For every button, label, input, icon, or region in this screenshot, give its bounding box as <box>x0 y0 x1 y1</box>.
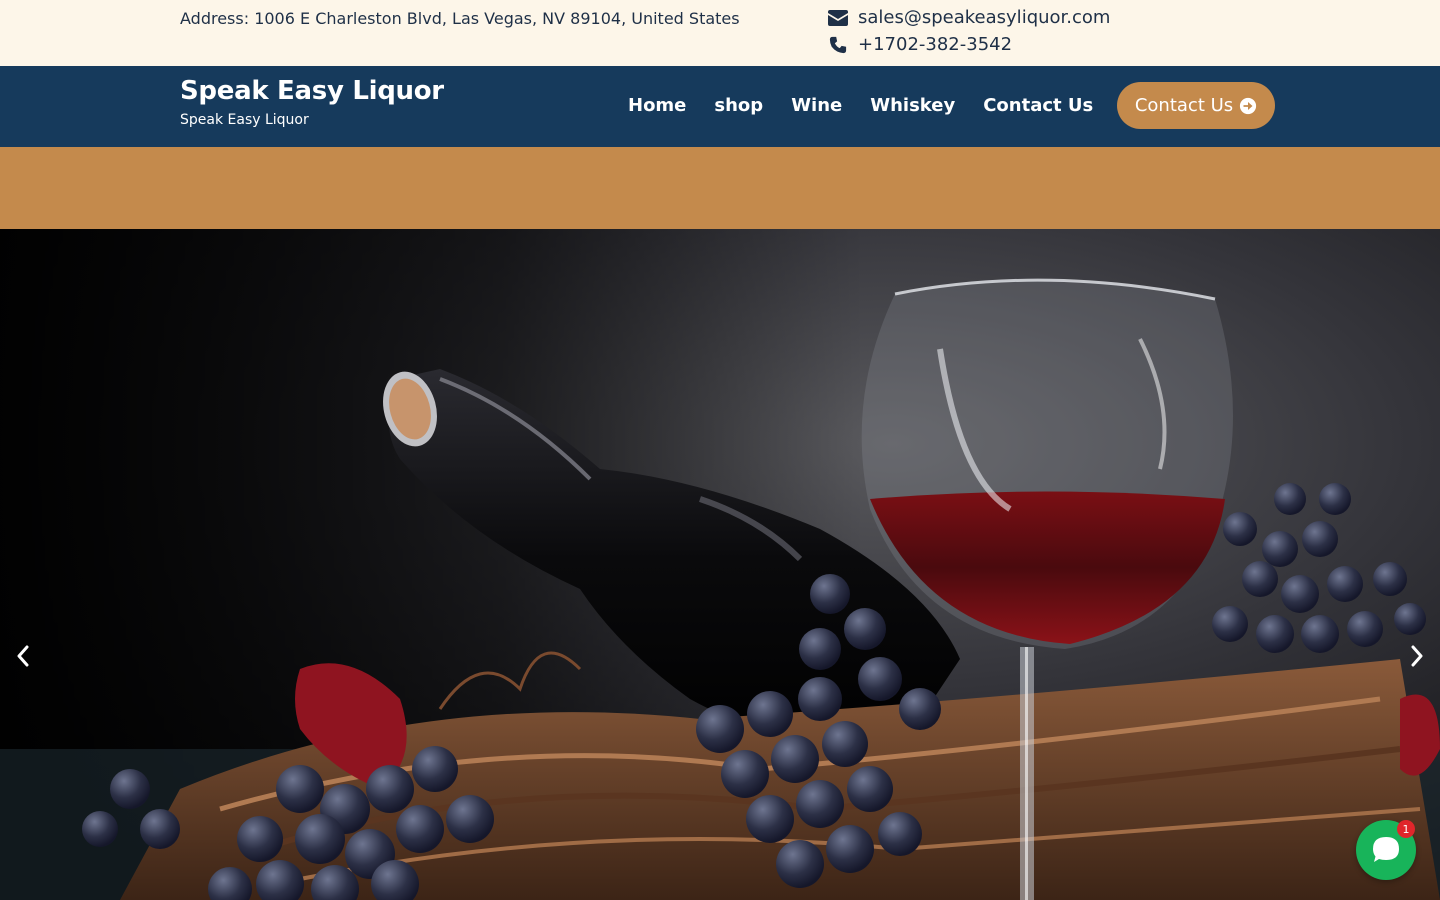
email-link[interactable]: sales@speakeasyliquor.com <box>858 7 1110 28</box>
nav-item-shop[interactable]: shop <box>714 95 763 116</box>
envelope-icon <box>828 9 848 26</box>
slider-prev-button[interactable] <box>11 641 35 671</box>
site-title[interactable]: Speak Easy Liquor <box>180 76 444 106</box>
top-info-bar: Address: 1006 E Charleston Blvd, Las Veg… <box>0 0 1440 66</box>
accent-band <box>0 147 1440 229</box>
site-tagline: Speak Easy Liquor <box>180 112 309 128</box>
arrow-circle-right-icon <box>1240 97 1257 114</box>
hero-wine-image <box>0 229 1440 900</box>
phone-icon <box>829 36 847 53</box>
email-contact[interactable]: sales@speakeasyliquor.com <box>828 7 1110 28</box>
nav-menu: Home shop Wine Whiskey Contact Us <box>628 95 1093 116</box>
phone-link[interactable]: +1702-382-3542 <box>858 34 1012 55</box>
contact-us-button[interactable]: Contact Us <box>1117 82 1275 129</box>
chevron-left-icon <box>17 645 29 667</box>
chevron-right-icon <box>1411 645 1423 667</box>
nav-item-contact-us[interactable]: Contact Us <box>983 95 1093 116</box>
chat-bubble-icon <box>1373 837 1399 862</box>
phone-contact[interactable]: +1702-382-3542 <box>828 34 1012 55</box>
store-address: Address: 1006 E Charleston Blvd, Las Veg… <box>180 9 740 28</box>
main-navbar: Speak Easy Liquor Speak Easy Liquor Home… <box>0 66 1440 147</box>
nav-item-whiskey[interactable]: Whiskey <box>870 95 955 116</box>
hero-slider <box>0 229 1440 900</box>
nav-item-wine[interactable]: Wine <box>791 95 842 116</box>
nav-item-home[interactable]: Home <box>628 95 686 116</box>
contact-us-button-label: Contact Us <box>1134 95 1234 116</box>
chat-notification-badge: 1 <box>1397 820 1415 838</box>
slider-next-button[interactable] <box>1405 641 1429 671</box>
